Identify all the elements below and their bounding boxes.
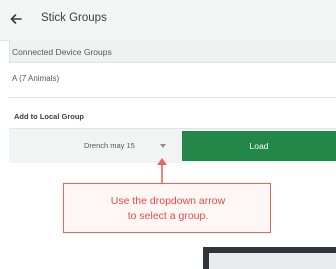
connected-groups-heading: Connected Device Groups: [12, 47, 112, 57]
group-list-item[interactable]: A (7 Animals): [9, 62, 336, 98]
overlay-window: [203, 247, 336, 269]
annotation-line-1: Use the dropdown arrow: [110, 195, 226, 207]
page-title: Stick Groups: [41, 12, 107, 24]
header-bar: Stick Groups: [0, 0, 336, 41]
arrow-left-icon: [10, 14, 22, 24]
annotation-text: Use the dropdown arrow to select a group…: [64, 194, 272, 224]
group-item-label: A (7 Animals): [12, 74, 60, 83]
back-button[interactable]: [9, 12, 23, 26]
dropdown-selected-value: Drench may 15: [84, 141, 135, 150]
screen: Stick Groups Connected Device Groups A (…: [0, 0, 336, 269]
annotation-line-2: to select a group.: [127, 210, 209, 222]
local-group-label: Add to Local Group: [14, 112, 84, 121]
chevron-down-icon[interactable]: [160, 144, 166, 148]
load-button[interactable]: Load: [182, 131, 336, 161]
annotation-callout: Use the dropdown arrow to select a group…: [63, 183, 271, 233]
overlay-window-content: [209, 253, 336, 269]
